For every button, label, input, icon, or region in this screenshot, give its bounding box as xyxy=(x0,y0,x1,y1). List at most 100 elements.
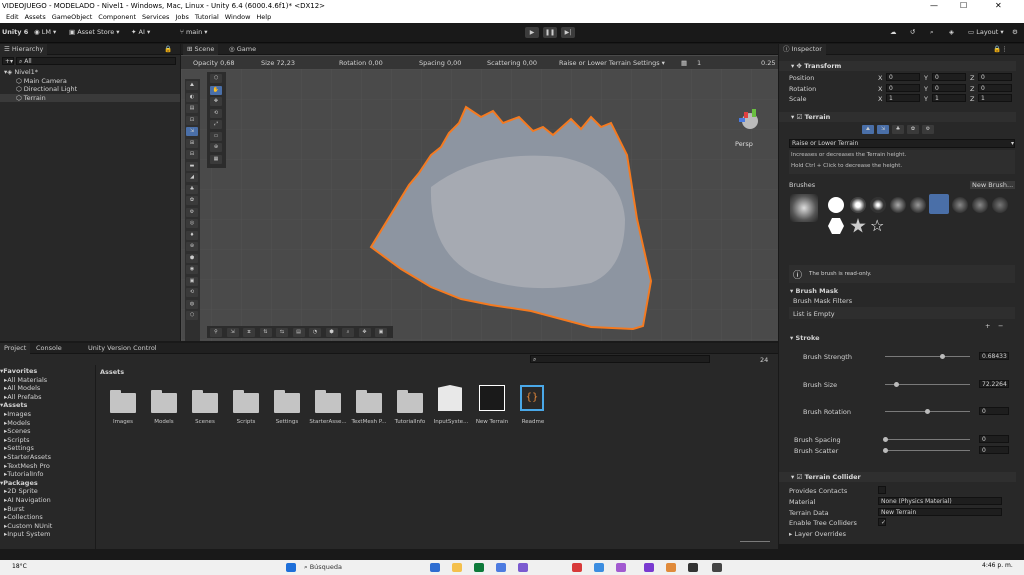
transform-header[interactable]: ▾ ✥ Transform xyxy=(779,61,1016,71)
weather-text[interactable]: 18°C xyxy=(12,563,27,570)
grid-icon[interactable]: ▦ xyxy=(681,59,687,67)
menu-component[interactable]: Component xyxy=(98,13,136,21)
paint-tool-icon-0[interactable]: ⚲ xyxy=(210,327,222,337)
close-button[interactable]: ✕ xyxy=(995,0,1002,12)
hierarchy-search-input[interactable]: ⌕ All xyxy=(16,57,176,65)
brush-mask-header[interactable]: ▾ Brush Mask xyxy=(790,287,838,295)
paint-tool-icon-5[interactable]: ▤ xyxy=(292,327,305,337)
menu-jobs[interactable]: Jobs xyxy=(175,13,188,21)
brush-soft-2[interactable] xyxy=(870,197,886,213)
transform-tool-icon-7[interactable]: ▦ xyxy=(210,154,222,164)
clock-time[interactable]: 4:46 p. m. xyxy=(982,562,1013,569)
layers-icon[interactable]: ◈ xyxy=(949,28,954,36)
project-tree-item[interactable]: ▸Images xyxy=(4,410,31,418)
excel-icon[interactable] xyxy=(474,563,484,572)
terrain-tool-icon-1[interactable]: ◐ xyxy=(186,92,198,102)
hierarchy-item[interactable]: ▾◈ Nivel1* xyxy=(0,68,180,76)
rotation-control[interactable]: Rotation 0,00 xyxy=(339,59,383,67)
menu-assets[interactable]: Assets xyxy=(25,13,46,21)
transform-tool-icon-4[interactable]: ⤢ xyxy=(210,120,222,129)
terrain-tool-icon-6[interactable]: ⊟ xyxy=(186,150,198,159)
settings-tab[interactable]: ⚙ xyxy=(922,125,934,134)
project-tree-item[interactable]: ▸TutorialInfo xyxy=(4,470,43,478)
paint-tool-icon-6[interactable]: ◔ xyxy=(309,327,321,337)
menu-services[interactable]: Services xyxy=(142,13,169,21)
layout-dropdown[interactable]: ▭ Layout ▾ xyxy=(968,28,1004,36)
app-icon-1[interactable] xyxy=(518,563,528,572)
project-tree-item[interactable]: ▾Packages xyxy=(0,479,38,487)
terrain-tool-icon-8[interactable]: ◢ xyxy=(186,173,198,182)
tab-project[interactable]: Project xyxy=(0,343,31,354)
new-brush-button[interactable]: New Brush... xyxy=(970,181,1016,189)
paint-tool-icon-2[interactable]: ⧖ xyxy=(243,327,255,337)
folder-icon[interactable] xyxy=(315,390,341,413)
transform-rotation-y-field[interactable]: 0 xyxy=(932,83,966,92)
brush-star-filled[interactable] xyxy=(850,218,866,233)
terrain-tool-icon-5[interactable]: ⊞ xyxy=(186,138,198,148)
terrain-tool-dropdown[interactable]: Raise or Lower Terrain ▾ xyxy=(789,139,1015,148)
explorer-icon[interactable] xyxy=(452,563,462,572)
brush-scatter-slider-knob[interactable] xyxy=(882,448,888,453)
persp-label[interactable]: Persp xyxy=(735,140,753,148)
project-tree-item[interactable]: ▸All Models xyxy=(4,384,40,392)
transform-scale-y-field[interactable]: 1 xyxy=(932,94,966,102)
terrain-tool-icon-19[interactable]: ◍ xyxy=(186,299,198,309)
project-tree-item[interactable]: ▸2D Sprite xyxy=(4,487,38,495)
paint-texture-tab[interactable]: ⇲ xyxy=(877,125,889,134)
project-search-input[interactable]: ⌕ xyxy=(530,355,710,363)
brush-scatter-slider-track[interactable] xyxy=(885,450,970,451)
terrain-header[interactable]: ▾ ☑ Terrain xyxy=(779,112,1016,122)
project-tree-item[interactable]: ▸All Prefabs xyxy=(4,393,42,401)
scattering-control[interactable]: Scattering 0,00 xyxy=(487,59,537,67)
folder-icon[interactable] xyxy=(192,390,218,413)
menu-edit[interactable]: Edit xyxy=(6,13,19,21)
tab-scene[interactable]: ⊞ Scene xyxy=(183,44,219,55)
ai-button[interactable]: ✦ AI ▾ xyxy=(131,28,150,36)
step-button[interactable]: ▶| xyxy=(561,27,575,38)
visual-studio-icon[interactable] xyxy=(644,563,654,572)
terrain-tool-icon-4[interactable]: ⇲ xyxy=(186,127,198,136)
enable-trees-checkbox[interactable]: ✓ xyxy=(878,518,886,526)
paint-tool-icon-9[interactable]: ✥ xyxy=(358,327,371,337)
provides-contacts-checkbox[interactable] xyxy=(878,486,886,494)
edge-icon[interactable] xyxy=(430,563,440,572)
terrain-tool-icon-0[interactable]: ⛰ xyxy=(186,81,198,90)
transform-scale-x-field[interactable]: 1 xyxy=(886,94,920,102)
branch-button[interactable]: ⑂ main ▾ xyxy=(180,28,208,36)
layer-overrides-header[interactable]: ▸ Layer Overrides xyxy=(789,530,846,538)
opera-icon[interactable] xyxy=(572,563,582,572)
unity-version-button[interactable]: Unity 6 xyxy=(2,28,28,36)
terrain-tool-icon-14[interactable]: ⊛ xyxy=(186,242,198,251)
project-tree-item[interactable]: ▸TextMesh Pro xyxy=(4,462,50,470)
store-icon[interactable] xyxy=(496,563,506,572)
terrain-tool-icon-9[interactable]: ♣ xyxy=(186,184,198,194)
folder-icon[interactable] xyxy=(110,390,136,413)
pause-button[interactable]: ❚❚ xyxy=(543,27,557,38)
blender-icon[interactable] xyxy=(666,563,676,572)
folder-icon[interactable] xyxy=(233,390,259,413)
project-tree-item[interactable]: ▸All Materials xyxy=(4,376,47,384)
brush-spacing-slider-track[interactable] xyxy=(885,439,970,440)
menu-help[interactable]: Help xyxy=(256,13,271,21)
transform-tool-icon-5[interactable]: ▭ xyxy=(210,131,222,141)
brush-noise-3[interactable] xyxy=(952,197,968,213)
opacity-control[interactable]: Opacity 0,68 xyxy=(193,59,235,67)
remove-filter-button[interactable]: − xyxy=(998,322,1003,330)
hierarchy-item[interactable]: ⬡ Terrain xyxy=(0,93,180,102)
project-tree-item[interactable]: ▸Burst xyxy=(4,505,24,513)
project-tree-item[interactable]: ▾Assets xyxy=(0,401,27,409)
unity-hub-icon[interactable] xyxy=(712,563,722,572)
terrain-tool-icon-10[interactable]: ✿ xyxy=(186,196,198,205)
terrain-tool-icon-11[interactable]: ⚙ xyxy=(186,207,198,217)
transform-position-y-field[interactable]: 0 xyxy=(932,73,966,81)
transform-scale-z-field[interactable]: 1 xyxy=(978,94,1012,102)
raise-lower-tab[interactable]: ⛰ xyxy=(862,125,874,134)
terrain-collider-header[interactable]: ▾ ☑ Terrain Collider xyxy=(779,472,1016,482)
transform-tool-icon-2[interactable]: ✥ xyxy=(210,97,222,106)
brush-spacing-slider-knob[interactable] xyxy=(882,437,888,442)
project-tree-item[interactable]: ▸StarterAssets xyxy=(4,453,51,461)
grid-size-field[interactable]: 1 xyxy=(697,59,701,67)
project-tree-item[interactable]: ▸Settings xyxy=(4,444,34,452)
material-field[interactable]: None (Physics Material) xyxy=(878,497,1002,505)
project-tree-item[interactable]: ▸Scripts xyxy=(4,436,30,444)
